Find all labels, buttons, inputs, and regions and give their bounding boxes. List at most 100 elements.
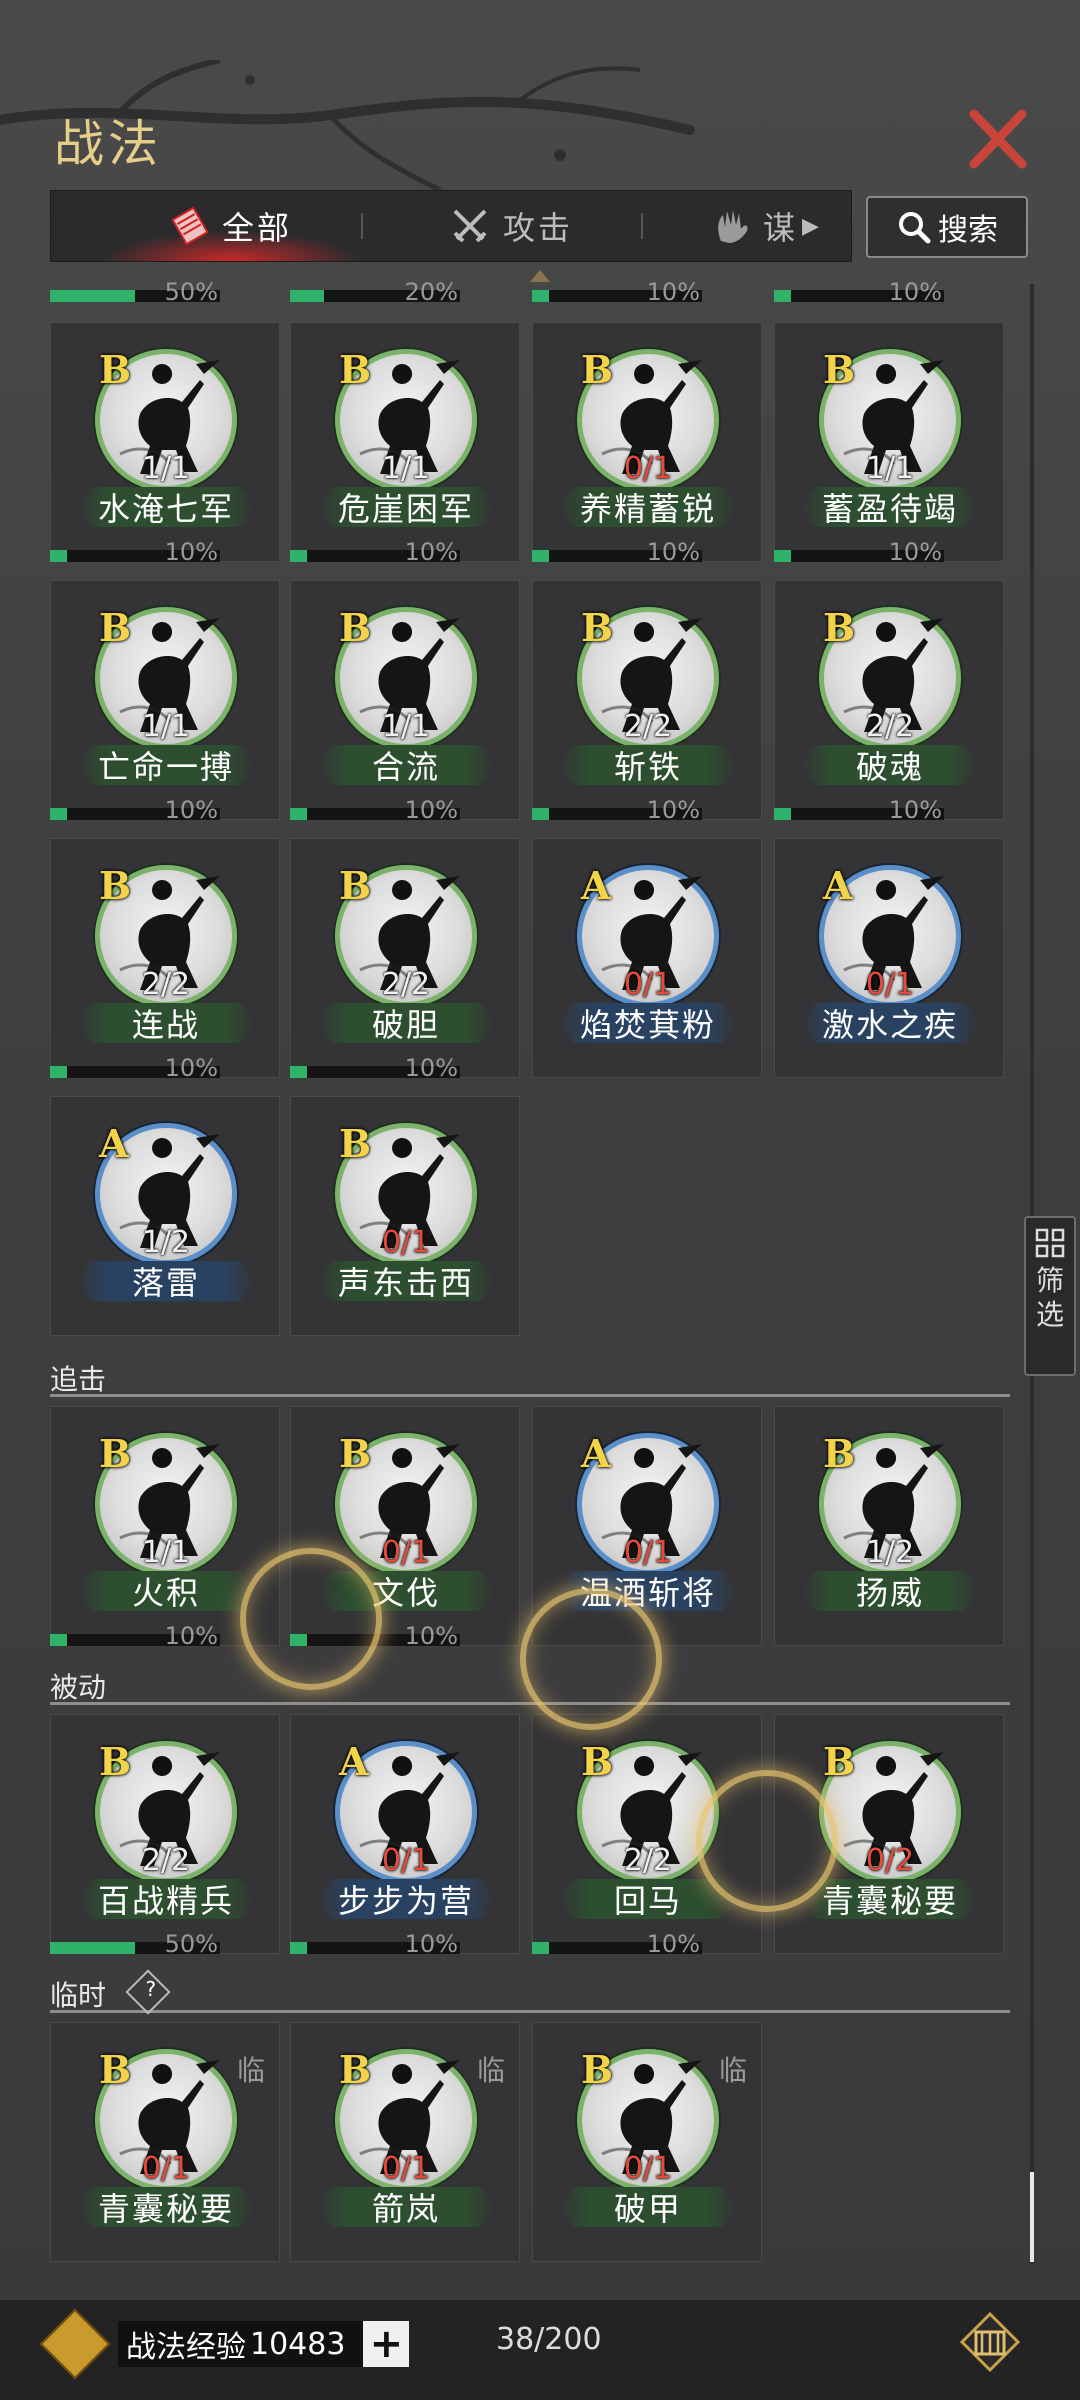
skill-name: 激水之疾 <box>801 1003 979 1043</box>
skill-count: 0/1 <box>381 1225 431 1260</box>
skill-name: 水淹七军 <box>77 487 255 527</box>
skill-name: 破胆 <box>317 1003 495 1043</box>
skill-name: 箭岚 <box>317 2187 495 2227</box>
skill-card[interactable]: B 2/2 斩铁 <box>532 580 762 820</box>
hand-icon <box>718 210 748 243</box>
skill-card[interactable]: A 0/1 激水之疾 <box>774 838 1004 1078</box>
skill-card[interactable]: B 2/2 破魂 <box>774 580 1004 820</box>
storage-chest-icon[interactable] <box>960 2312 1020 2372</box>
skill-card[interactable]: B 1/2 扬威 <box>774 1406 1004 1646</box>
chevron-right-icon[interactable]: ▶ <box>802 214 822 239</box>
progress-percent: 10% <box>888 278 942 306</box>
section-divider <box>50 1394 1010 1397</box>
progress-fill <box>532 550 549 562</box>
skill-name: 蓄盈待竭 <box>801 487 979 527</box>
help-icon[interactable]: ? <box>125 1969 171 2015</box>
progress-percent: 10% <box>164 1622 218 1650</box>
filter-label-bottom: 选 <box>1035 1298 1064 1331</box>
progress-percent: 10% <box>646 796 700 824</box>
skill-count: 1/2 <box>865 1535 915 1570</box>
skill-grade: B <box>99 347 132 392</box>
filter-button[interactable]: 筛 选 <box>1024 1216 1076 1376</box>
skill-grade: A <box>581 863 611 908</box>
progress-fill <box>290 808 307 820</box>
skill-card[interactable]: A 0/1 焰焚萁粉 <box>532 838 762 1078</box>
skill-grade: A <box>823 863 853 908</box>
tab-strategy[interactable]: 谋 ▶ <box>711 191 851 261</box>
skill-card[interactable]: B 2/2 破胆 <box>290 838 520 1078</box>
skill-count: 2/2 <box>865 709 915 744</box>
skill-card[interactable]: B 2/2 百战精兵 <box>50 1714 280 1954</box>
skill-card[interactable]: B 0/1 声东击西 <box>290 1096 520 1336</box>
progress-fill <box>532 290 549 302</box>
skill-card[interactable]: B 0/1 养精蓄锐 <box>532 322 762 562</box>
temporary-tag: 临 <box>236 2054 265 2087</box>
skill-grade: A <box>339 1739 369 1784</box>
skill-count: 0/1 <box>623 2151 673 2186</box>
progress-fill <box>50 550 67 562</box>
skill-card[interactable]: A 0/1 步步为营 <box>290 1714 520 1954</box>
skill-grade: B <box>823 1431 856 1476</box>
skill-name: 合流 <box>317 745 495 785</box>
skill-grade: B <box>99 1431 132 1476</box>
progress-fill <box>290 550 307 562</box>
progress-percent: 10% <box>164 1054 218 1082</box>
exp-box: 战法经验 10483 <box>118 2321 364 2367</box>
skill-grade: B <box>339 1121 372 1166</box>
progress-fill <box>290 1942 307 1954</box>
skill-card[interactable]: B 1/1 水淹七军 <box>50 322 280 562</box>
search-button[interactable]: 搜索 <box>866 196 1028 258</box>
progress-fill <box>774 550 791 562</box>
filter-label-top: 筛 <box>1035 1264 1064 1297</box>
skill-card[interactable]: B 1/1 危崖困军 <box>290 322 520 562</box>
skill-name: 焰焚萁粉 <box>559 1003 737 1043</box>
skill-card[interactable]: B 2/2 连战 <box>50 838 280 1078</box>
tab-all[interactable]: 全部 <box>81 191 381 261</box>
skill-card[interactable]: B 临 0/1 青囊秘要 <box>50 2022 280 2262</box>
skill-card[interactable]: B 临 0/1 箭岚 <box>290 2022 520 2262</box>
tab-attack[interactable]: 攻击 <box>381 191 641 261</box>
skill-count: 2/2 <box>623 709 673 744</box>
skill-grade: B <box>823 1739 856 1784</box>
skill-count: 0/1 <box>623 967 673 1002</box>
close-icon[interactable] <box>962 104 1032 174</box>
grid-icon <box>1035 1228 1065 1258</box>
skill-name: 落雷 <box>77 1261 255 1301</box>
skill-card[interactable]: A 1/2 落雷 <box>50 1096 280 1336</box>
tab-strategy-label: 谋 <box>763 209 799 247</box>
tab-divider <box>361 213 363 239</box>
skill-name: 青囊秘要 <box>77 2187 255 2227</box>
progress-fill <box>50 808 67 820</box>
progress-percent: 10% <box>164 538 218 566</box>
skill-name: 声东击西 <box>317 1261 495 1301</box>
add-exp-button[interactable]: + <box>363 2321 410 2367</box>
progress-fill <box>290 290 324 302</box>
skill-grade: B <box>339 605 372 650</box>
skill-card[interactable]: B 1/1 亡命一搏 <box>50 580 280 820</box>
exp-coin-icon <box>39 2308 111 2380</box>
skill-grade: B <box>99 605 132 650</box>
skill-grade: A <box>581 1431 611 1476</box>
progress-fill <box>50 290 135 302</box>
crossed-swords-icon <box>453 209 487 243</box>
help-icon-glyph: ? <box>145 1977 157 2002</box>
skill-name: 百战精兵 <box>77 1879 255 1919</box>
section-title: 临时 <box>50 1979 107 2012</box>
progress-percent: 10% <box>646 278 700 306</box>
progress-fill <box>774 808 791 820</box>
skill-count: 0/1 <box>623 1535 673 1570</box>
progress-fill <box>50 1942 135 1954</box>
scrollbar-thumb[interactable] <box>1030 2172 1034 2262</box>
progress-fill <box>532 1942 549 1954</box>
skill-grade: B <box>339 863 372 908</box>
skill-card[interactable]: B 1/1 合流 <box>290 580 520 820</box>
skill-card[interactable]: B 临 0/1 破甲 <box>532 2022 762 2262</box>
skill-card[interactable]: B 1/1 蓄盈待竭 <box>774 322 1004 562</box>
skill-grade: B <box>99 1739 132 1784</box>
progress-percent: 50% <box>164 278 218 306</box>
skill-name: 亡命一搏 <box>77 745 255 785</box>
skill-name: 连战 <box>77 1003 255 1043</box>
temporary-tag: 临 <box>476 2054 505 2087</box>
skill-grade: B <box>99 863 132 908</box>
progress-percent: 10% <box>164 796 218 824</box>
